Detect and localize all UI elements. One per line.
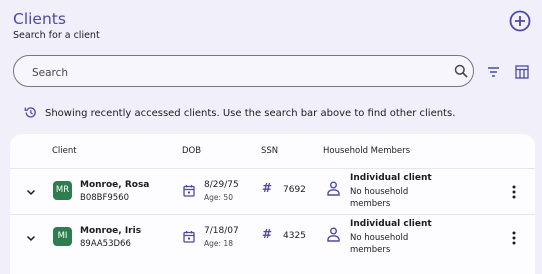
- search-bar: [13, 55, 474, 87]
- household-members: No household members: [350, 233, 409, 255]
- household-type: Individual client: [350, 173, 432, 183]
- client-ssn: 7692: [283, 185, 306, 195]
- table-row[interactable]: MR Monroe, Rosa B08BF9560 8/29/75 Age: 5…: [10, 168, 535, 215]
- column-header-client: Client: [52, 146, 77, 156]
- search-input[interactable]: [30, 64, 434, 82]
- columns-icon[interactable]: [515, 65, 529, 79]
- history-icon: [24, 107, 36, 118]
- more-vertical-icon[interactable]: [512, 185, 516, 199]
- column-header-ssn: SSN: [261, 146, 279, 156]
- add-client-button[interactable]: [509, 10, 531, 32]
- chevron-down-icon[interactable]: [25, 232, 37, 244]
- clients-table: Client DOB SSN Household Members MR Monr…: [10, 134, 535, 274]
- avatar: MR: [53, 181, 72, 200]
- page-subtitle: Search for a client: [13, 30, 100, 41]
- client-dob: 8/29/75: [204, 180, 239, 190]
- page-title: Clients: [13, 10, 66, 28]
- table-row[interactable]: MI Monroe, Iris 89AA53D66 7/18/07 Age: 1…: [10, 214, 535, 261]
- chevron-down-icon[interactable]: [25, 186, 37, 198]
- client-id: B08BF9560: [80, 193, 129, 203]
- household-type: Individual client: [350, 219, 432, 229]
- more-vertical-icon[interactable]: [512, 231, 516, 245]
- hash-icon: #: [262, 227, 273, 241]
- search-icon[interactable]: [454, 64, 468, 78]
- client-name: Monroe, Iris: [80, 226, 142, 236]
- client-age: Age: 50: [204, 193, 233, 202]
- client-id: 89AA53D66: [80, 239, 131, 249]
- person-icon: [327, 181, 340, 196]
- calendar-icon: [183, 185, 195, 197]
- client-dob: 7/18/07: [204, 226, 239, 236]
- client-ssn: 4325: [283, 231, 306, 241]
- person-icon: [327, 227, 340, 242]
- column-header-household: Household Members: [323, 146, 411, 156]
- client-age: Age: 18: [204, 239, 233, 248]
- avatar: MI: [53, 227, 72, 246]
- client-name: Monroe, Rosa: [80, 180, 150, 190]
- calendar-icon: [183, 231, 195, 243]
- column-header-dob: DOB: [182, 146, 202, 156]
- household-members: No household members: [350, 187, 409, 209]
- hash-icon: #: [262, 181, 273, 195]
- recent-clients-notice: Showing recently accessed clients. Use t…: [45, 108, 456, 119]
- filter-icon[interactable]: [487, 66, 500, 78]
